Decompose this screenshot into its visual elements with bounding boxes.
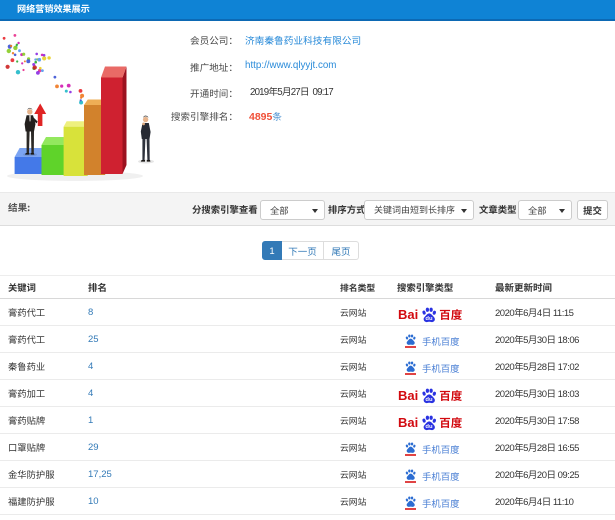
svg-text:du: du: [426, 396, 434, 402]
svg-text:du: du: [426, 315, 434, 321]
svg-text:du: du: [426, 423, 434, 429]
